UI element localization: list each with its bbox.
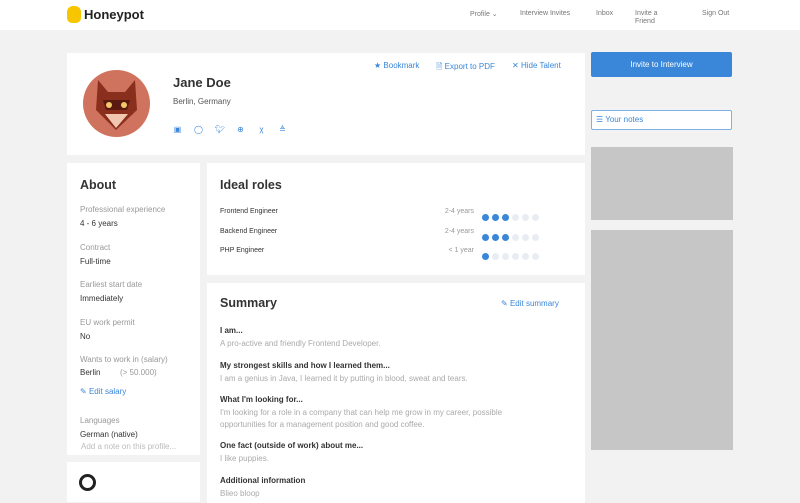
linkedin-icon[interactable]: ▣ [173, 125, 182, 134]
close-icon: ✕ [512, 61, 519, 70]
level-dot [512, 253, 519, 260]
role-experience: 2-4 years [444, 227, 474, 235]
about-value: Full-time [80, 256, 111, 266]
about-label: Professional experience [80, 205, 166, 214]
summary-question: One fact (outside of work) about me... [220, 441, 364, 450]
about-label: Earliest start date [80, 280, 143, 289]
placeholder-box [591, 147, 733, 220]
honeypot-logo-icon [67, 6, 81, 23]
level-dot [482, 233, 489, 241]
role-name: Frontend Engineer [220, 208, 278, 215]
edit-summary-button[interactable]: ✎ Edit summary [501, 299, 559, 308]
github-icon[interactable]: ◯ [194, 125, 203, 134]
salary-label: Wants to work in (salary) [80, 355, 168, 364]
nav-interview-invites[interactable]: Interview Invites [520, 10, 570, 17]
level-dot [492, 233, 499, 241]
level-dot [482, 253, 489, 260]
level-dot [492, 253, 499, 260]
summary-answer: A pro-active and friendly Frontend Devel… [220, 339, 381, 348]
about-label: EU work permit [80, 317, 135, 327]
brand-name: Honeypot [84, 7, 144, 22]
role-name: PHP Engineer [220, 247, 265, 254]
logo[interactable]: Honeypot [67, 6, 144, 23]
bookmark-button[interactable]: ★ Bookmark [374, 61, 419, 70]
about-card: About Professional experience 4 - 6 years… [67, 163, 200, 455]
nav-sign-out[interactable]: Sign Out [702, 10, 729, 17]
summary-answer: Blieo bloop [220, 489, 260, 498]
invite-to-interview-button[interactable]: Invite to Interview [591, 52, 732, 77]
summary-answer: I am a genius in Java, I learned it by p… [220, 374, 468, 383]
role-level [479, 228, 539, 246]
level-dot [522, 214, 529, 221]
level-dot [492, 214, 499, 221]
profile-note-input[interactable]: Add a note on this profile... [81, 442, 176, 451]
summary-title: Summary [220, 296, 277, 310]
level-dot [532, 233, 539, 241]
salary-amount: (> 50.000) [120, 368, 157, 377]
about-value: No [80, 331, 91, 341]
role-experience: < 1 year [448, 247, 475, 254]
level-dot [522, 233, 529, 241]
profile-location: Berlin, Germany [173, 97, 231, 106]
nav-invite-friend[interactable]: Invite a Friend [635, 10, 671, 26]
social-links: ▣ ◯ 🐦︎ ⊕ χ ≜ [173, 119, 299, 137]
export-pdf-button[interactable]: 🗎︎ Export to PDF [436, 61, 495, 75]
about-value: 4 - 6 years [80, 219, 118, 228]
star-icon: ★ [374, 61, 382, 70]
languages-label: Languages [80, 416, 120, 425]
level-dot [502, 233, 509, 241]
github-icon[interactable] [79, 474, 96, 491]
nav-inbox[interactable]: Inbox [596, 10, 613, 17]
ideal-roles-card: Ideal roles Frontend Engineer 2-4 years Ba… [207, 163, 585, 275]
your-notes-button[interactable]: ☰ Your notes [591, 110, 732, 130]
globe-icon[interactable]: ⊕ [236, 125, 245, 134]
summary-card: Summary ✎ Edit summary I am... A pro-acti… [207, 283, 585, 503]
role-level [479, 247, 539, 265]
pencil-icon: ✎ [80, 387, 87, 396]
ideal-roles-title: Ideal roles [220, 178, 282, 192]
level-dot [502, 214, 509, 221]
languages-value: German (native) [80, 430, 138, 439]
file-icon: 🗎︎ [436, 62, 443, 71]
summary-question: Additional information [220, 476, 306, 485]
nav-profile[interactable]: Profile ⌄ [470, 10, 498, 18]
role-name: Backend Engineer [220, 227, 278, 235]
about-value: Immediately [80, 294, 124, 303]
summary-question: I am... [220, 326, 243, 335]
summary-question: My strongest skills and how I learned th… [220, 361, 390, 370]
level-dot [512, 214, 519, 221]
twitter-icon[interactable]: 🐦︎ [215, 125, 225, 134]
about-title: About [80, 178, 117, 192]
placeholder-box [591, 230, 733, 450]
about-label: Contract [80, 242, 111, 252]
profile-name: Jane Doe [173, 75, 231, 90]
edit-salary-button[interactable]: ✎ Edit salary [80, 387, 126, 396]
summary-answer: I'm looking for a role in a company that… [220, 408, 503, 429]
pencil-icon: ✎ [501, 299, 508, 308]
role-experience: 2-4 years [444, 208, 474, 215]
summary-question: What I'm looking for... [220, 395, 303, 404]
notes-icon: ☰ [596, 115, 604, 124]
level-dot [532, 253, 539, 260]
salary-city: Berlin [80, 368, 101, 377]
summary-answer: I like puppies. [220, 454, 269, 463]
level-dot [512, 233, 519, 241]
github-card [67, 462, 200, 502]
role-level [479, 208, 539, 226]
hide-talent-button[interactable]: ✕ Hide Talent [512, 61, 561, 70]
level-dot [522, 253, 529, 260]
level-dot [502, 253, 509, 260]
xing-icon[interactable]: χ [257, 125, 266, 134]
level-dot [482, 214, 489, 221]
avatar [83, 70, 150, 137]
stackoverflow-icon[interactable]: ≜ [278, 125, 287, 134]
level-dot [532, 214, 539, 221]
